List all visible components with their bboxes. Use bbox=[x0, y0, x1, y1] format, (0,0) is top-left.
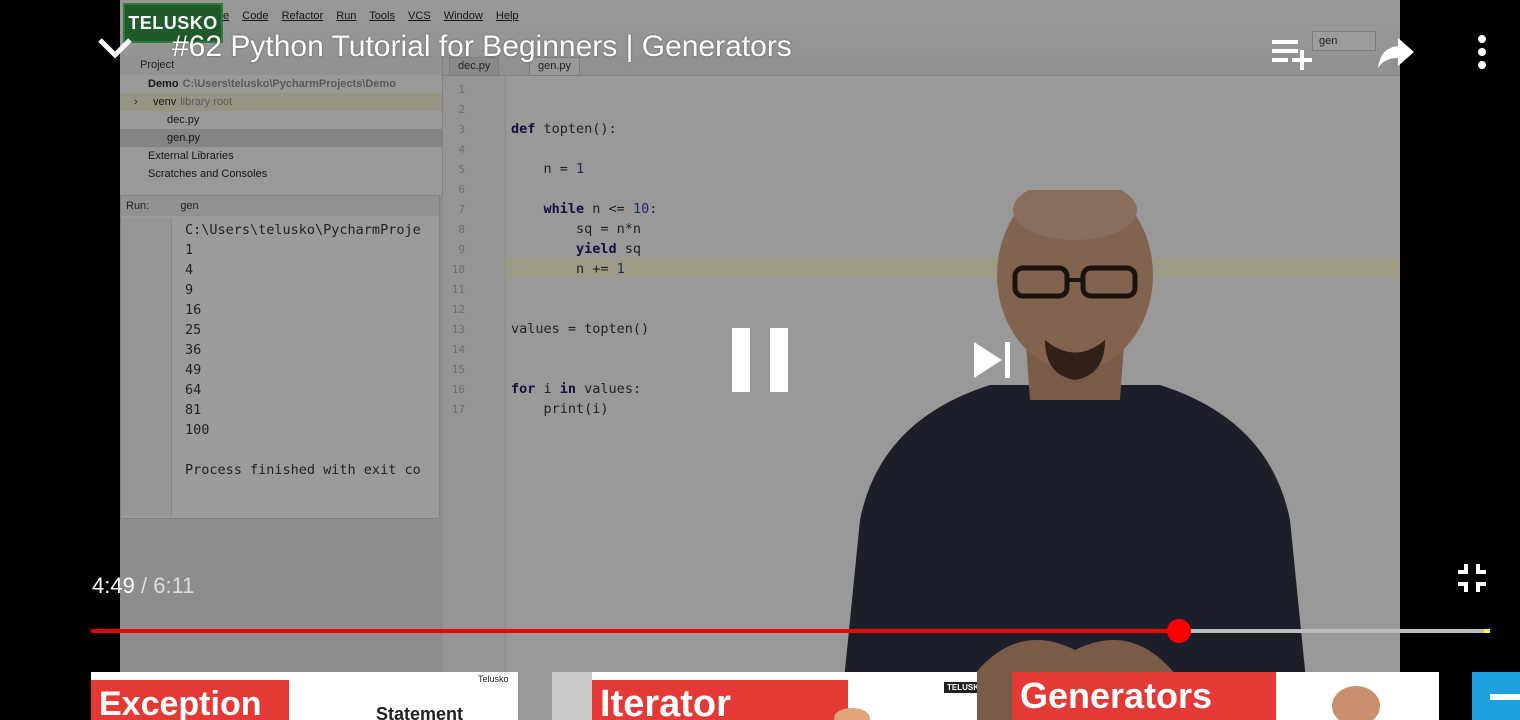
thumb-label: Exception bbox=[91, 680, 289, 720]
progress-marker bbox=[1483, 629, 1490, 633]
time-display: 4:49 / 6:11 bbox=[92, 573, 194, 599]
thumb-sub: Statement bbox=[376, 704, 464, 720]
suggested-video-generators[interactable]: Generators bbox=[1012, 672, 1439, 720]
exit-fullscreen-icon[interactable] bbox=[1456, 562, 1488, 594]
time-separator: / bbox=[140, 573, 148, 598]
next-icon[interactable] bbox=[972, 340, 1012, 380]
progress-bar[interactable] bbox=[91, 619, 1490, 643]
share-icon[interactable] bbox=[1376, 36, 1416, 70]
thumb-bar bbox=[1490, 694, 1520, 700]
pause-icon[interactable] bbox=[730, 326, 790, 394]
suggested-video-partial[interactable] bbox=[1472, 672, 1520, 720]
thumb-corner: TELUSKO bbox=[944, 682, 977, 693]
more-vert-icon[interactable] bbox=[1474, 34, 1490, 70]
suggested-video-iterator[interactable]: Iterator TELUSKO bbox=[552, 672, 977, 720]
thumb-face bbox=[834, 708, 870, 720]
progress-played bbox=[91, 629, 1180, 633]
thumb-face bbox=[1332, 686, 1380, 720]
thumb-screenshot bbox=[552, 672, 592, 720]
thumb-label: Generators bbox=[1012, 672, 1276, 720]
thumb-corner: Telusko bbox=[478, 674, 509, 684]
thumb-label: Iterator bbox=[592, 680, 848, 720]
video-title: #62 Python Tutorial for Beginners | Gene… bbox=[172, 30, 792, 63]
suggested-video-exception[interactable]: Exception Statement Telusko bbox=[91, 672, 518, 720]
chevron-down-icon[interactable] bbox=[96, 32, 134, 64]
previous-icon[interactable] bbox=[508, 340, 548, 380]
suggested-videos-strip: Exception Statement Telusko Iterator TEL… bbox=[0, 672, 1520, 720]
time-duration: 6:11 bbox=[153, 573, 195, 598]
add-to-queue-icon[interactable] bbox=[1270, 36, 1314, 70]
time-current: 4:49 bbox=[92, 573, 135, 598]
